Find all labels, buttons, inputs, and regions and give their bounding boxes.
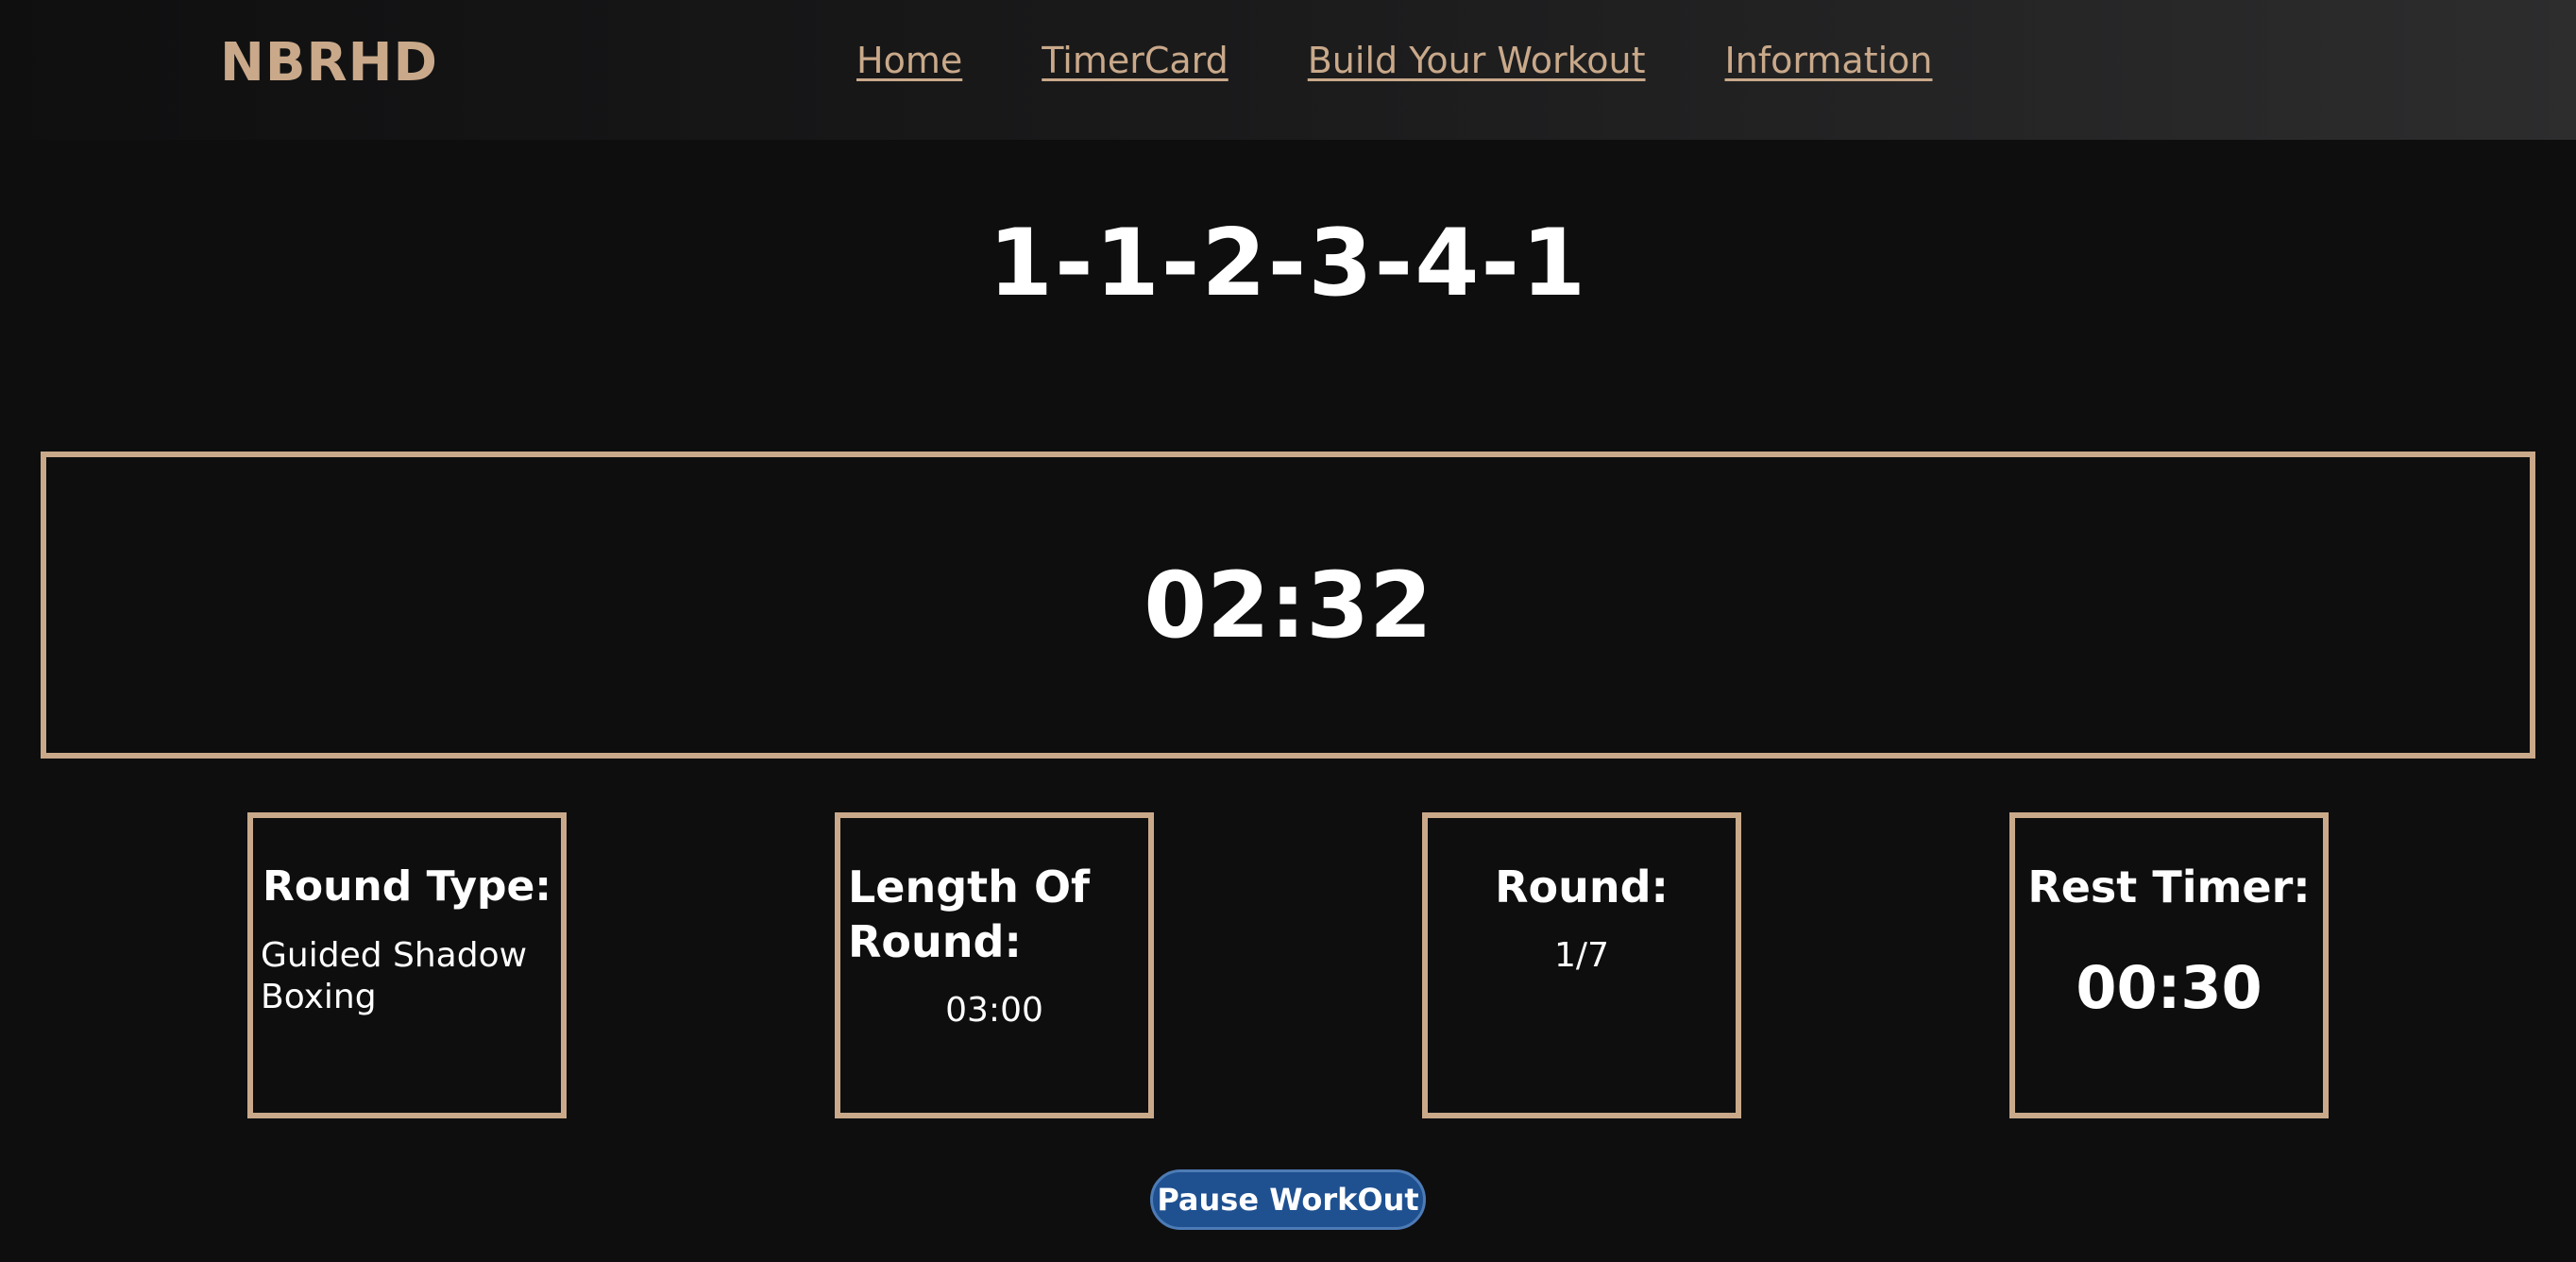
nav-link-home[interactable]: Home	[856, 40, 962, 81]
round-card: Round: 1/7	[1422, 812, 1741, 1118]
length-of-round-label: Length Of Round:	[848, 861, 1091, 967]
main-timer-value: 02:32	[1144, 552, 1432, 658]
round-label: Round:	[1495, 861, 1669, 912]
length-of-round-card: Length Of Round: 03:00	[835, 812, 1154, 1118]
main-timer-panel: 02:32	[41, 452, 2535, 759]
nav-link-information[interactable]: Information	[1725, 40, 1933, 81]
workout-title: 1-1-2-3-4-1	[988, 210, 1588, 317]
round-type-value: Guided Shadow Boxing	[261, 936, 528, 1016]
nav-link-timercard[interactable]: TimerCard	[1042, 40, 1229, 81]
pause-workout-button[interactable]: Pause WorkOut	[1150, 1169, 1426, 1230]
rest-timer-value: 00:30	[2076, 953, 2262, 1022]
brand-logo[interactable]: NBRHD	[220, 32, 438, 94]
rest-timer-label: Rest Timer:	[2027, 861, 2311, 912]
round-value: 1/7	[1554, 936, 1609, 975]
length-of-round-value: 03:00	[945, 991, 1043, 1030]
rest-timer-card: Rest Timer: 00:30	[2009, 812, 2329, 1118]
nav-links: Home TimerCard Build Your Workout Inform…	[856, 40, 1932, 81]
round-type-label: Round Type:	[263, 862, 551, 911]
top-navbar: NBRHD Home TimerCard Build Your Workout …	[0, 0, 2576, 140]
round-type-card: Round Type: Guided Shadow Boxing	[247, 812, 567, 1118]
nav-link-build-your-workout[interactable]: Build Your Workout	[1308, 40, 1646, 81]
